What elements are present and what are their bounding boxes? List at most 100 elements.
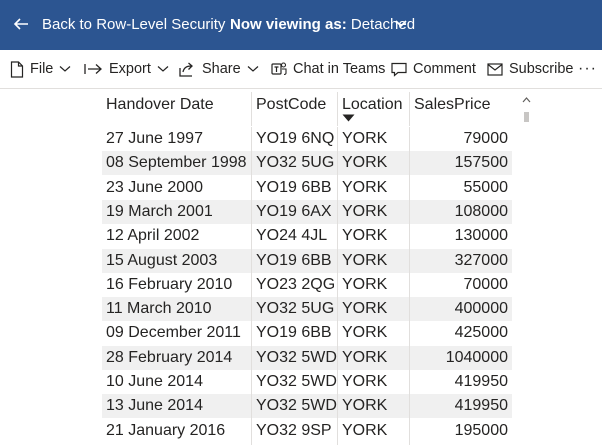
cell-postcode: YO19 6BB bbox=[256, 251, 332, 269]
cell-postcode: YO19 6NQ bbox=[256, 130, 335, 147]
cell-postcode: YO19 6AX bbox=[256, 202, 332, 220]
cell-salesprice: 55000 bbox=[463, 178, 509, 196]
cell-handover-date: 28 February 2014 bbox=[106, 348, 233, 366]
sort-descending-icon bbox=[342, 114, 355, 122]
cell-location: YORK bbox=[342, 251, 388, 269]
table-row[interactable]: 11 March 2010 YO32 5UG YORK 400000 bbox=[102, 297, 512, 322]
chat-in-teams-label: Chat in Teams bbox=[293, 61, 386, 77]
comment-label: Comment bbox=[413, 61, 476, 77]
cell-handover-date: 11 March 2010 bbox=[106, 300, 212, 318]
cell-postcode: YO19 6BB bbox=[256, 178, 332, 196]
mail-icon bbox=[487, 62, 503, 76]
share-icon bbox=[179, 62, 193, 77]
cell-salesprice: 419950 bbox=[454, 397, 508, 415]
column-gridline bbox=[337, 127, 338, 445]
back-arrow-icon[interactable] bbox=[12, 15, 30, 33]
table-row[interactable]: 27 June 1997 YO19 6NQ YORK 79000 bbox=[102, 127, 512, 151]
cell-location: YORK bbox=[342, 154, 388, 172]
cell-location: YORK bbox=[342, 348, 388, 366]
cell-handover-date: 16 February 2010 bbox=[106, 275, 233, 293]
cell-handover-date: 08 September 1998 bbox=[106, 154, 247, 172]
table-row[interactable]: 28 February 2014 YO32 5WD YORK 1040000 bbox=[102, 345, 512, 370]
cell-postcode: YO32 5WD bbox=[256, 397, 337, 415]
cell-location: YORK bbox=[342, 227, 388, 245]
column-divider[interactable] bbox=[409, 92, 410, 126]
table-row[interactable]: 21 January 2016 YO32 9SP YORK 195000 bbox=[102, 419, 512, 443]
cell-salesprice: 157500 bbox=[454, 154, 508, 172]
cell-handover-date: 23 June 2000 bbox=[106, 178, 203, 196]
cell-postcode: YO23 2QG bbox=[256, 275, 336, 293]
subscribe-label: Subscribe bbox=[509, 61, 574, 77]
cell-location: YORK bbox=[342, 373, 388, 390]
viewing-as[interactable]: Now viewing as: Detached bbox=[230, 16, 415, 33]
cell-salesprice: 327000 bbox=[454, 251, 508, 269]
file-menu[interactable]: File bbox=[10, 50, 71, 88]
cell-location: YORK bbox=[342, 324, 388, 342]
scrollbar-thumb[interactable] bbox=[524, 112, 529, 122]
export-label: Export bbox=[109, 61, 151, 77]
column-header-salesprice[interactable]: SalesPrice bbox=[414, 96, 490, 114]
cell-handover-date: 15 August 2003 bbox=[106, 251, 218, 269]
chat-in-teams-button[interactable]: Chat in Teams bbox=[271, 50, 385, 88]
table-row[interactable]: 13 June 2014 YO32 5WD YORK 419950 bbox=[102, 394, 512, 419]
cell-salesprice: 419950 bbox=[454, 373, 508, 390]
more-icon: ··· bbox=[578, 60, 597, 77]
table-row[interactable]: 15 August 2003 YO19 6BB YORK 327000 bbox=[102, 248, 512, 273]
column-gridline bbox=[251, 127, 252, 445]
table-row[interactable]: 12 April 2002 YO24 4JL YORK 130000 bbox=[102, 224, 512, 248]
column-header-location[interactable]: Location bbox=[342, 96, 403, 114]
cell-handover-date: 21 January 2016 bbox=[106, 421, 226, 439]
cell-handover-date: 27 June 1997 bbox=[106, 130, 203, 147]
cell-handover-date: 10 June 2014 bbox=[106, 373, 203, 390]
cell-location: YORK bbox=[342, 202, 388, 220]
column-header-postcode[interactable]: PostCode bbox=[256, 96, 326, 114]
chevron-down-icon bbox=[157, 66, 169, 72]
share-label: Share bbox=[202, 61, 241, 77]
chevron-down-icon bbox=[59, 66, 71, 72]
cell-salesprice: 130000 bbox=[454, 227, 508, 245]
more-options-button[interactable]: ··· bbox=[578, 50, 597, 88]
cell-handover-date: 09 December 2011 bbox=[106, 324, 241, 342]
cell-postcode: YO19 6BB bbox=[256, 324, 332, 342]
column-divider[interactable] bbox=[251, 92, 252, 126]
chevron-down-icon[interactable] bbox=[394, 19, 408, 29]
cell-salesprice: 108000 bbox=[454, 202, 508, 220]
cell-postcode: YO32 5WD bbox=[256, 373, 337, 390]
teams-icon bbox=[271, 62, 287, 76]
cell-location: YORK bbox=[342, 275, 388, 293]
table-row[interactable]: 09 December 2011 YO19 6BB YORK 425000 bbox=[102, 321, 512, 345]
cell-salesprice: 425000 bbox=[454, 324, 508, 342]
comment-button[interactable]: Comment bbox=[391, 50, 476, 88]
share-menu[interactable]: Share bbox=[179, 50, 259, 88]
cell-postcode: YO32 5UG bbox=[256, 154, 335, 172]
column-header-handover-date[interactable]: Handover Date bbox=[106, 96, 214, 114]
table-row[interactable]: 16 February 2010 YO23 2QG YORK 70000 bbox=[102, 273, 512, 297]
export-arrow-icon bbox=[84, 64, 102, 74]
cell-location: YORK bbox=[342, 421, 388, 439]
chevron-down-icon bbox=[247, 66, 259, 72]
table-row[interactable]: 08 September 1998 YO32 5UG YORK 157500 bbox=[102, 151, 512, 176]
cell-location: YORK bbox=[342, 300, 388, 318]
back-link[interactable]: Back to Row-Level Security bbox=[42, 16, 225, 33]
table-row[interactable]: 23 June 2000 YO19 6BB YORK 55000 bbox=[102, 176, 512, 200]
export-menu[interactable]: Export bbox=[84, 50, 169, 88]
column-divider[interactable] bbox=[337, 92, 338, 126]
comment-icon bbox=[391, 62, 407, 77]
cell-postcode: YO24 4JL bbox=[256, 227, 328, 245]
cell-salesprice: 1040000 bbox=[445, 348, 508, 366]
viewing-as-prefix: Now viewing as: bbox=[230, 16, 347, 33]
cell-salesprice: 195000 bbox=[454, 421, 508, 439]
file-label: File bbox=[30, 61, 54, 77]
subscribe-button[interactable]: Subscribe bbox=[487, 50, 573, 88]
vertical-scrollbar[interactable] bbox=[522, 96, 530, 445]
cell-handover-date: 12 April 2002 bbox=[106, 227, 200, 245]
table-row[interactable]: 10 June 2014 YO32 5WD YORK 419950 bbox=[102, 370, 512, 394]
cell-salesprice: 79000 bbox=[463, 130, 509, 147]
cell-handover-date: 13 June 2014 bbox=[106, 397, 203, 415]
cell-salesprice: 70000 bbox=[463, 275, 509, 293]
scroll-up-icon[interactable] bbox=[522, 97, 531, 103]
column-gridline bbox=[409, 127, 410, 445]
cell-location: YORK bbox=[342, 130, 388, 147]
cell-postcode: YO32 9SP bbox=[256, 421, 332, 439]
table-row[interactable]: 19 March 2001 YO19 6AX YORK 108000 bbox=[102, 199, 512, 224]
